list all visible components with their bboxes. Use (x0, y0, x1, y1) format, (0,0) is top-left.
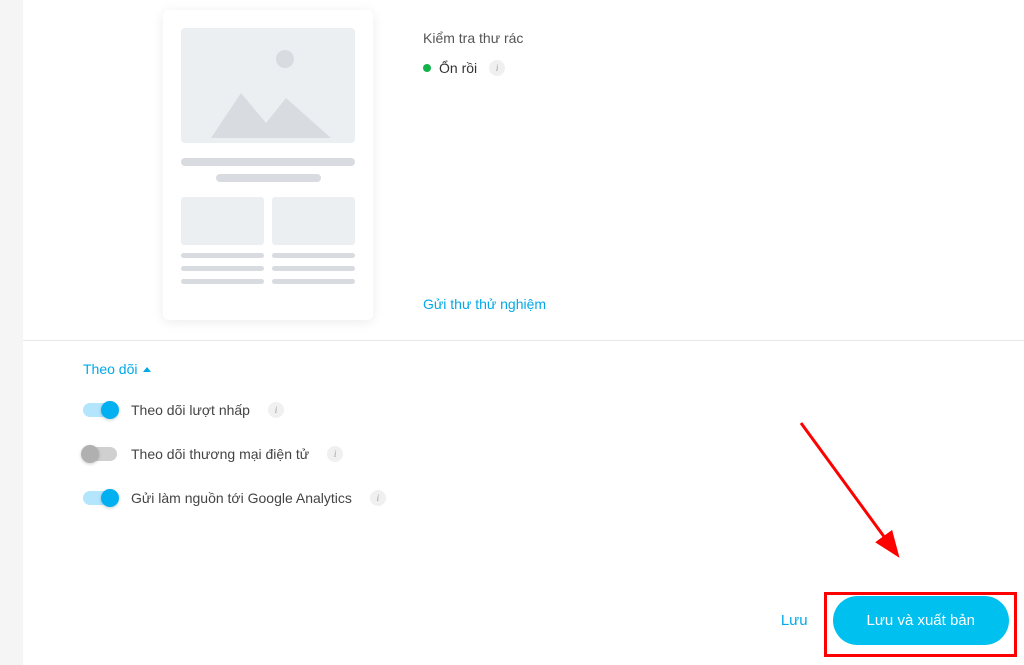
toggle-label: Theo dõi thương mại điện tử (131, 446, 309, 462)
preview-text-line (216, 174, 321, 182)
preview-text-line (181, 266, 264, 271)
preview-column (181, 197, 264, 284)
preview-image-placeholder (181, 28, 355, 143)
preview-box (272, 197, 355, 245)
preview-column (272, 197, 355, 284)
tracking-collapse-toggle[interactable]: Theo dõi (83, 361, 964, 377)
mountains-icon (211, 83, 341, 138)
status-dot-ok (423, 64, 431, 72)
send-test-email-link[interactable]: Gửi thư thử nghiệm (423, 296, 546, 312)
tracking-option-row: Gửi làm nguồn tới Google Analytics i (83, 490, 964, 506)
caret-up-icon (143, 367, 151, 372)
tracking-option-row: Theo dõi lượt nhấp i (83, 402, 964, 418)
sun-icon (276, 50, 294, 68)
ecommerce-tracking-toggle[interactable] (83, 447, 117, 461)
spam-check-label: Kiểm tra thư rác (423, 30, 984, 46)
tracking-section: Theo dõi Theo dõi lượt nhấp i Theo dõi t… (23, 341, 1024, 554)
info-icon[interactable]: i (268, 402, 284, 418)
spam-status-row: Ổn rồi i (423, 60, 984, 76)
click-tracking-toggle[interactable] (83, 403, 117, 417)
info-icon[interactable]: i (489, 60, 505, 76)
toggle-knob (101, 401, 119, 419)
info-icon[interactable]: i (370, 490, 386, 506)
status-text: Ổn rồi (439, 60, 477, 76)
toggle-label: Theo dõi lượt nhấp (131, 402, 250, 418)
save-and-publish-button[interactable]: Lưu và xuất bản (833, 596, 1009, 645)
preview-box (181, 197, 264, 245)
preview-text-line (272, 279, 355, 284)
tracking-header-label: Theo dõi (83, 361, 137, 377)
google-analytics-toggle[interactable] (83, 491, 117, 505)
right-info-panel: Kiểm tra thư rác Ổn rồi i Gửi thư thử ng… (423, 10, 984, 320)
email-preview-card[interactable] (163, 10, 373, 320)
info-icon[interactable]: i (327, 446, 343, 462)
toggle-knob (81, 445, 99, 463)
preview-text-line (272, 253, 355, 258)
footer-actions: Lưu Lưu và xuất bản (781, 596, 1009, 645)
save-button[interactable]: Lưu (781, 612, 808, 629)
toggle-label: Gửi làm nguồn tới Google Analytics (131, 490, 352, 506)
preview-text-line (181, 158, 355, 166)
tracking-option-row: Theo dõi thương mại điện tử i (83, 446, 964, 462)
preview-text-line (181, 253, 264, 258)
top-section: Kiểm tra thư rác Ổn rồi i Gửi thư thử ng… (23, 0, 1024, 341)
preview-columns (181, 197, 355, 284)
toggle-knob (101, 489, 119, 507)
preview-text-line (272, 266, 355, 271)
main-card: Kiểm tra thư rác Ổn rồi i Gửi thư thử ng… (23, 0, 1024, 665)
preview-text-line (181, 279, 264, 284)
